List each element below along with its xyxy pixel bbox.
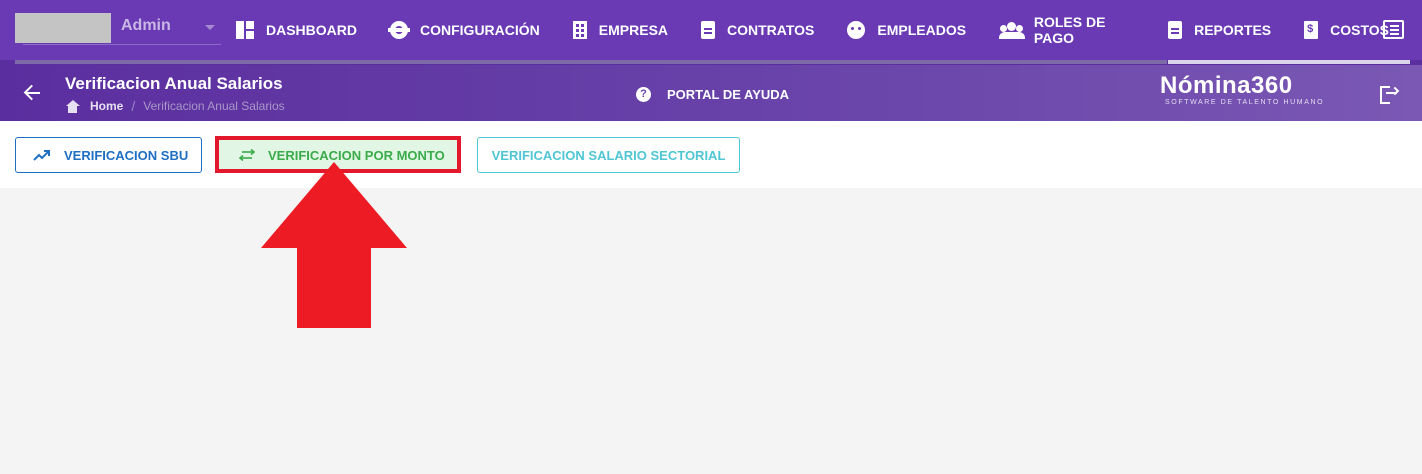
nav-item-reportes[interactable]: REPORTES [1168,17,1271,43]
trending-up-icon [33,150,50,161]
building-icon [572,21,587,39]
chevron-down-icon[interactable] [205,25,215,30]
page-header: Verificacion Anual Salarios Home / Verif… [0,65,1422,121]
logo-subtitle: SOFTWARE DE TALENTO HUMANO [1165,99,1325,106]
nav-item-roles-de-pago[interactable]: ROLES DE PAGO [999,14,1135,46]
nav-label: ROLES DE PAGO [1033,14,1106,46]
gear-icon [390,21,408,39]
redacted-avatar [15,13,111,43]
nav-item-contratos[interactable]: CONTRATOS [701,17,814,43]
breadcrumb: Home / Verificacion Anual Salarios [65,98,285,114]
help-label: PORTAL DE AYUDA [667,87,790,102]
home-icon[interactable] [65,99,80,113]
user-menu[interactable]: Admin [15,13,221,45]
dashboard-icon [236,21,254,39]
breadcrumb-separator: / [131,98,136,114]
nav-label: COSTOS [1330,22,1389,38]
verification-toolbar: VERIFICACION SBU VERIFICACION POR MONTO … [0,121,1422,188]
clipboard-icon [1168,21,1183,39]
nav-label: REPORTES [1194,22,1272,38]
page-title: Verificacion Anual Salarios [65,74,283,93]
nav-item-dashboard[interactable]: DASHBOARD [236,17,357,43]
top-navbar: Admin DASHBOARD CONFIGURACIÓN EMPRESA CO… [0,0,1422,60]
nomina360-logo: Nómina360 SOFTWARE DE TALENTO HUMANO [1160,72,1340,114]
help-portal-link[interactable]: ? PORTAL DE AYUDA [636,87,789,102]
users-icon [999,21,1025,39]
back-arrow-icon[interactable] [24,85,40,101]
nav-label: CONFIGURACIÓN [420,22,540,38]
breadcrumb-current: Verificacion Anual Salarios [143,99,285,113]
logo-main-text: Nómina360 [1160,72,1293,99]
nav-item-costos[interactable]: COSTOS [1304,17,1389,43]
annotation-up-arrow [261,162,407,328]
nav-label: DASHBOARD [266,22,357,38]
nav-item-configuracion[interactable]: CONFIGURACIÓN [390,17,540,43]
nav-label: EMPRESA [598,22,669,38]
nav-item-empresa[interactable]: EMPRESA [572,17,669,43]
nav-scrollbar-track [15,60,1167,64]
user-underline [23,44,221,45]
nav-scrollbar-thumb[interactable] [1168,60,1410,64]
help-icon: ? [636,87,651,102]
file-dollar-icon [1304,21,1319,39]
user-name: Admin [121,17,171,34]
button-label: VERIFICACION SALARIO SECTORIAL [491,147,726,163]
face-icon [847,21,866,39]
breadcrumb-home[interactable]: Home [90,99,123,113]
nav-label: CONTRATOS [727,22,815,38]
list-icon[interactable] [1383,20,1404,39]
verificacion-sbu-button[interactable]: VERIFICACION SBU [15,137,202,173]
nav-item-empleados[interactable]: EMPLEADOS [847,17,966,43]
verificacion-salario-sectorial-button[interactable]: VERIFICACION SALARIO SECTORIAL [477,137,740,173]
button-label: VERIFICACION SBU [64,147,189,163]
clipboard-icon [701,21,716,39]
nav-label: EMPLEADOS [877,22,967,38]
main-nav: DASHBOARD CONFIGURACIÓN EMPRESA CONTRATO… [236,14,1422,46]
